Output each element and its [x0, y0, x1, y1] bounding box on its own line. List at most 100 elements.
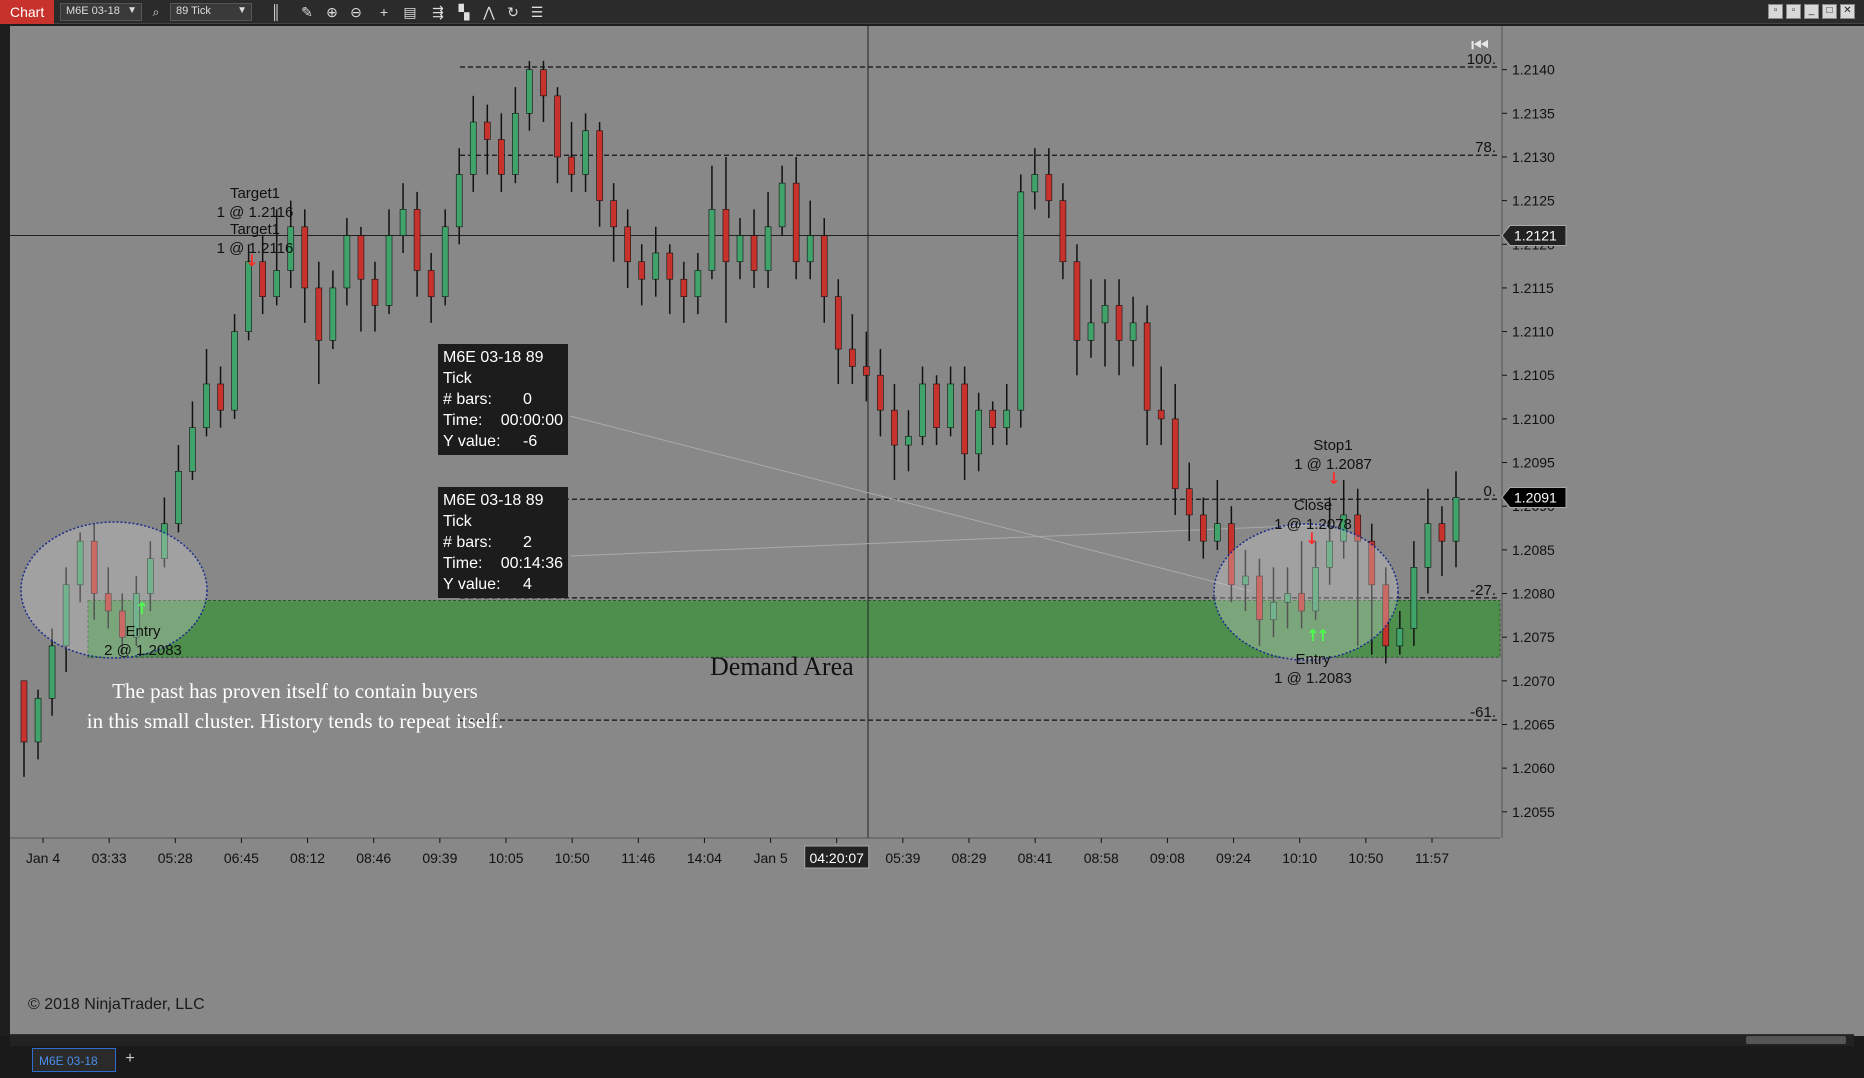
instrument-selector[interactable]: M6E 03-18 ▼	[60, 3, 142, 21]
data-box-1[interactable]: M6E 03-18 89 Tick # bars: 0 Time: 00:00:00…	[438, 344, 568, 455]
candle	[849, 314, 856, 384]
candle-body-up	[694, 270, 702, 297]
close-icon[interactable]: ✕	[1840, 4, 1855, 19]
data-box-title: M6E 03-18 89 Tick	[443, 492, 544, 530]
maximize-icon[interactable]: □	[1822, 4, 1837, 19]
minimize-icon[interactable]: _	[1804, 4, 1819, 19]
candle-body-up	[1424, 523, 1432, 568]
candle-body-up	[273, 270, 281, 297]
drawing-tools-icon[interactable]: ⋀	[479, 2, 499, 22]
candle-body-up	[905, 436, 912, 446]
candle-body-down	[610, 200, 617, 228]
y-tick-label: 1.2070	[1512, 673, 1555, 689]
candle-body-down	[624, 226, 631, 263]
buy-arrow-icon: ↑	[135, 599, 148, 618]
y-tick-label: 1.2115	[1512, 280, 1554, 296]
horizontal-scrollbar[interactable]	[10, 1034, 1854, 1046]
candle	[554, 87, 561, 184]
candle-body-down	[792, 182, 800, 263]
candle	[1073, 244, 1081, 376]
buy-arrow-icon: ↑	[1316, 626, 1329, 645]
y-tick-label: 1.2140	[1512, 62, 1555, 78]
candle-body-up	[189, 427, 196, 472]
chart-panel[interactable]: 100. 78. 0. -27. -61. ↓ ↑ ↓ ↓ ↑ ↑ ⏮ 1.2140 1.2135 1.…	[10, 26, 1864, 1036]
zoom-out-icon[interactable]: ⊖	[346, 2, 366, 22]
candle-body-down	[540, 69, 547, 97]
candle-body-down	[961, 383, 968, 455]
copyright-label: © 2018 NinjaTrader, LLC	[28, 996, 205, 1013]
entry-qty: 2 @ 1.2083	[104, 642, 182, 659]
x-tick-label: 11:46	[621, 850, 655, 866]
chart-tab[interactable]: Chart	[0, 0, 55, 24]
candle-body-down	[483, 121, 491, 140]
crosshair-icon[interactable]: +	[374, 2, 394, 22]
y-tick-label: 1.2095	[1512, 455, 1555, 471]
price-chart[interactable]: 100.78.0.-27.-61. ↓↑↓↓↑↑⏮ 1.21401.21351.…	[10, 26, 1864, 1036]
candle	[20, 680, 28, 777]
candle-body-down	[1143, 322, 1151, 411]
period-selector[interactable]: 89 Tick ▼	[170, 3, 252, 21]
y-tick-label: 1.2110	[1512, 324, 1554, 340]
candle	[315, 261, 323, 384]
pencil-icon[interactable]: ✎	[297, 2, 317, 22]
data-box-2[interactable]: M6E 03-18 89 Tick # bars: 2 Time: 00:14:36…	[438, 487, 568, 598]
candle	[1059, 183, 1067, 280]
candle-body-up	[441, 226, 449, 297]
candle	[1171, 383, 1179, 515]
candle-body-up	[175, 470, 182, 524]
x-tick-label: 05:39	[885, 850, 920, 866]
candle	[357, 226, 365, 332]
search-icon[interactable]: ⌕	[146, 2, 166, 22]
comment-line-1: The past has proven itself to contain bu…	[112, 679, 478, 703]
candle-body-up	[469, 121, 477, 175]
candle	[680, 261, 688, 323]
candle-body-up	[1087, 322, 1095, 341]
x-tick-label: 09:08	[1150, 850, 1185, 866]
candle	[806, 200, 814, 280]
candle	[624, 209, 631, 288]
candle-body-down	[863, 366, 870, 376]
candle	[1214, 480, 1221, 550]
candle	[1424, 488, 1432, 594]
y-tick-label: 1.2085	[1512, 542, 1555, 558]
candle-body-up	[455, 174, 463, 228]
y-tick-label: 1.2055	[1512, 804, 1555, 820]
candle	[34, 689, 42, 760]
scrollbar-thumb[interactable]	[1746, 1036, 1846, 1044]
price-marker-label: 1.2091	[1514, 489, 1557, 505]
candle	[1438, 506, 1446, 577]
list-icon[interactable]: ☰	[527, 2, 547, 22]
restore-icon[interactable]: ▫	[1768, 4, 1783, 19]
indicators-icon[interactable]: ▚	[454, 2, 474, 22]
comment-text: The past has proven itself to contain bu…	[70, 676, 520, 736]
candle-body-up	[947, 383, 954, 428]
candle-body-up	[806, 235, 814, 263]
strategies-icon[interactable]: ⇶	[428, 2, 448, 22]
x-tick-label: 08:41	[1018, 850, 1053, 866]
candle-body-up	[203, 383, 210, 428]
measure-line	[569, 523, 1341, 557]
entry-qty: 1 @ 1.2083	[1274, 670, 1352, 687]
candle	[1129, 296, 1137, 367]
target1-name: Target1	[229, 185, 281, 202]
fib-label: -61.	[1470, 704, 1496, 721]
tile-icon[interactable]: ▫	[1786, 4, 1801, 19]
x-tick-label: 09:39	[422, 850, 457, 866]
candle-body-up	[48, 645, 56, 699]
last-price-marker: 1.2091	[1501, 486, 1567, 508]
candle	[750, 209, 758, 288]
refresh-icon[interactable]: ↻	[503, 2, 523, 22]
bar-type-icon[interactable]: ║	[266, 2, 286, 22]
zoom-in-icon[interactable]: ⊕	[322, 2, 342, 22]
add-tab-button[interactable]: +	[120, 1049, 140, 1071]
candle-body-down	[1157, 409, 1165, 420]
properties-icon[interactable]: ▤	[400, 2, 420, 22]
x-tick-label: 04:20:07	[809, 850, 864, 866]
candle-body-down	[357, 235, 365, 280]
x-axis: Jan 4 03:33 05:28 06:45 08:12 08:46 09:39 10:05…	[10, 837, 1500, 869]
y-tick-label: 1.2130	[1512, 149, 1555, 165]
candle-body-up	[526, 69, 533, 114]
instrument-tab[interactable]: M6E 03-18	[32, 1048, 116, 1072]
candle-body-up	[385, 235, 393, 306]
x-tick-label: 08:12	[290, 850, 325, 866]
